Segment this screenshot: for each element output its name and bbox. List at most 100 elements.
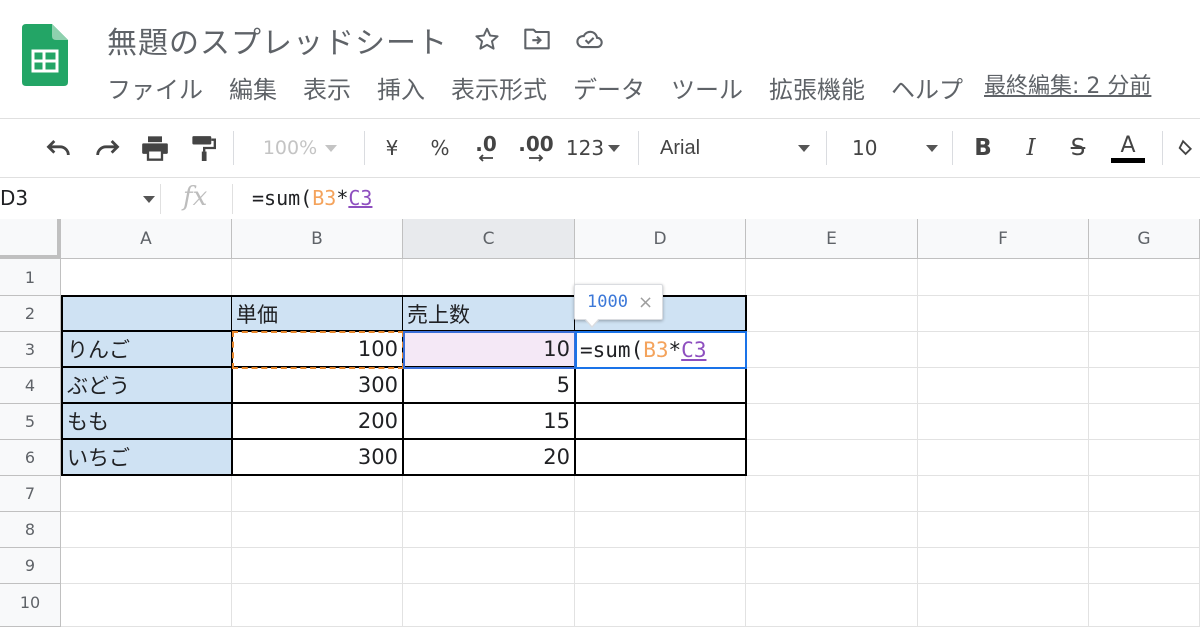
- cell-e10[interactable]: [746, 584, 918, 627]
- cell-g8[interactable]: [1089, 512, 1200, 548]
- cell-editor[interactable]: =sum(B3 * C3: [575, 331, 747, 369]
- column-header-e[interactable]: E: [746, 219, 918, 259]
- cell-g2[interactable]: [1089, 296, 1200, 332]
- cell-e9[interactable]: [746, 548, 918, 584]
- zoom-select[interactable]: 100%: [248, 131, 352, 165]
- column-header-g[interactable]: G: [1089, 219, 1200, 259]
- currency-button[interactable]: ¥: [378, 131, 406, 165]
- cell-f4[interactable]: [918, 368, 1089, 404]
- menu-data[interactable]: データ: [573, 70, 645, 105]
- cell-f6[interactable]: [918, 440, 1089, 476]
- cell-c2[interactable]: 売上数: [403, 295, 576, 332]
- text-color-button[interactable]: A: [1110, 131, 1146, 165]
- bold-button[interactable]: B: [970, 131, 996, 165]
- cell-a8[interactable]: [61, 512, 232, 548]
- select-all-corner[interactable]: [0, 219, 61, 259]
- print-icon[interactable]: [138, 131, 172, 165]
- cell-f1[interactable]: [918, 259, 1089, 296]
- cell-g6[interactable]: [1089, 440, 1200, 476]
- cell-a2[interactable]: [61, 295, 233, 332]
- cell-b2[interactable]: 単価: [232, 295, 404, 332]
- row-header-2[interactable]: 2: [0, 296, 61, 332]
- decrease-decimal-button[interactable]: .0: [470, 131, 502, 165]
- cell-d6[interactable]: [575, 440, 747, 476]
- paint-format-icon[interactable]: [186, 131, 220, 165]
- menu-tools[interactable]: ツール: [671, 70, 743, 105]
- column-header-f[interactable]: F: [918, 219, 1089, 259]
- percent-button[interactable]: %: [426, 131, 454, 165]
- menu-edit[interactable]: 編集: [229, 70, 277, 105]
- column-header-b[interactable]: B: [232, 219, 403, 259]
- cell-b3[interactable]: 100: [232, 332, 404, 368]
- cell-d5[interactable]: [575, 404, 747, 440]
- star-icon[interactable]: [472, 24, 502, 54]
- cell-a7[interactable]: [61, 476, 232, 512]
- cell-f2[interactable]: [918, 296, 1089, 332]
- menu-view[interactable]: 表示: [303, 70, 351, 105]
- cell-c6[interactable]: 20: [403, 440, 576, 476]
- cell-c3[interactable]: 10: [403, 332, 576, 368]
- undo-icon[interactable]: [42, 131, 76, 165]
- cell-g4[interactable]: [1089, 368, 1200, 404]
- menu-format[interactable]: 表示形式: [451, 70, 547, 105]
- cell-a3[interactable]: りんご: [61, 332, 233, 368]
- row-header-7[interactable]: 7: [0, 476, 61, 512]
- cell-f10[interactable]: [918, 584, 1089, 627]
- cell-d8[interactable]: [575, 512, 746, 548]
- cell-f3[interactable]: [918, 332, 1089, 368]
- fill-color-icon[interactable]: [1178, 131, 1200, 165]
- cell-e6[interactable]: [747, 440, 918, 476]
- cell-b8[interactable]: [232, 512, 403, 548]
- row-header-5[interactable]: 5: [0, 404, 61, 440]
- cell-a6[interactable]: いちご: [61, 440, 233, 476]
- menu-help[interactable]: ヘルプ: [891, 70, 963, 105]
- cell-d4[interactable]: [575, 368, 747, 404]
- cell-g5[interactable]: [1089, 404, 1200, 440]
- cell-b6[interactable]: 300: [232, 440, 404, 476]
- row-header-3[interactable]: 3: [0, 332, 61, 368]
- font-select[interactable]: Arial: [660, 131, 810, 165]
- last-edit-link[interactable]: 最終編集: 2 分前: [984, 68, 1151, 100]
- cell-b10[interactable]: [232, 584, 403, 627]
- menu-insert[interactable]: 挿入: [377, 70, 425, 105]
- column-header-a[interactable]: A: [61, 219, 232, 259]
- row-header-9[interactable]: 9: [0, 548, 61, 584]
- cell-b1[interactable]: [232, 259, 403, 296]
- cell-c5[interactable]: 15: [403, 404, 576, 440]
- menu-extensions[interactable]: 拡張機能: [769, 70, 865, 105]
- redo-icon[interactable]: [90, 131, 124, 165]
- close-icon[interactable]: ×: [638, 292, 653, 313]
- cell-c10[interactable]: [403, 584, 575, 627]
- menu-file[interactable]: ファイル: [107, 70, 203, 105]
- cell-a4[interactable]: ぶどう: [61, 368, 233, 404]
- row-header-1[interactable]: 1: [0, 259, 61, 296]
- cell-g3[interactable]: [1089, 332, 1200, 368]
- cell-e2[interactable]: [747, 296, 918, 332]
- cell-b7[interactable]: [232, 476, 403, 512]
- sheets-logo-icon[interactable]: [22, 24, 68, 86]
- cell-b9[interactable]: [232, 548, 403, 584]
- row-header-8[interactable]: 8: [0, 512, 61, 548]
- increase-decimal-button[interactable]: .00: [516, 131, 556, 165]
- cell-c1[interactable]: [403, 259, 575, 296]
- row-header-10[interactable]: 10: [0, 584, 61, 627]
- cell-b4[interactable]: 300: [232, 368, 404, 404]
- cell-d10[interactable]: [575, 584, 746, 627]
- cell-d9[interactable]: [575, 548, 746, 584]
- cell-a1[interactable]: [61, 259, 232, 296]
- row-header-4[interactable]: 4: [0, 368, 61, 404]
- column-header-c[interactable]: C: [403, 219, 575, 259]
- formula-input[interactable]: =sum(B3*C3: [252, 186, 372, 210]
- cell-g10[interactable]: [1089, 584, 1200, 627]
- cell-e4[interactable]: [747, 368, 918, 404]
- folder-move-icon[interactable]: [522, 24, 552, 54]
- cloud-saved-icon[interactable]: [574, 24, 604, 54]
- cell-e1[interactable]: [746, 259, 918, 296]
- cell-g7[interactable]: [1089, 476, 1200, 512]
- name-box-caret-icon[interactable]: [143, 196, 155, 203]
- row-header-6[interactable]: 6: [0, 440, 61, 476]
- cell-e8[interactable]: [746, 512, 918, 548]
- font-size-select[interactable]: 10: [852, 131, 938, 165]
- cell-f7[interactable]: [918, 476, 1089, 512]
- number-format-select[interactable]: 123: [564, 131, 622, 165]
